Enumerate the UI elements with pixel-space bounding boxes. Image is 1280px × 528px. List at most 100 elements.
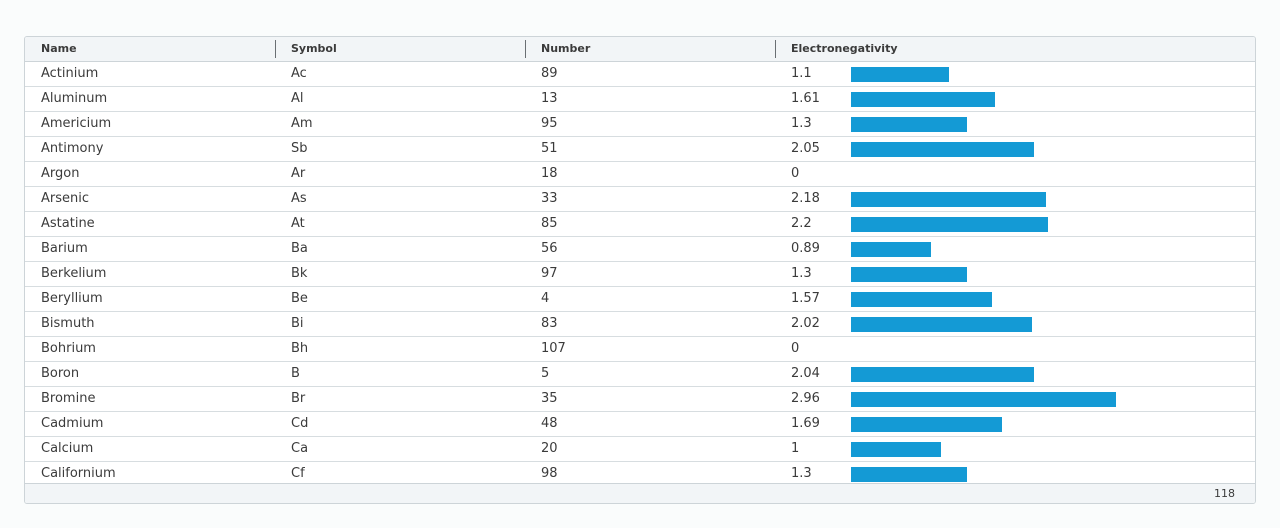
cell-symbol: Al: [291, 91, 304, 106]
electronegativity-bar: [851, 267, 967, 282]
table-row[interactable]: Bohrium Bh 107 0: [25, 337, 1255, 362]
cell-electronegativity: 1.69: [791, 416, 820, 431]
table-row[interactable]: Calcium Ca 20 1: [25, 437, 1255, 462]
cell-symbol: Ar: [291, 166, 306, 181]
cell-symbol: Bi: [291, 316, 304, 331]
cell-number: 107: [541, 341, 566, 356]
cell-electronegativity: 0: [791, 341, 800, 356]
table-row[interactable]: Californium Cf 98 1.3: [25, 462, 1255, 482]
cell-name: Argon: [41, 166, 80, 181]
cell-symbol: Sb: [291, 141, 308, 156]
electronegativity-bar: [851, 392, 1116, 407]
cell-number: 56: [541, 241, 558, 256]
electronegativity-bar: [851, 217, 1048, 232]
cell-symbol: At: [291, 216, 305, 231]
cell-name: Cadmium: [41, 416, 104, 431]
cell-number: 4: [541, 291, 550, 306]
cell-name: Boron: [41, 366, 80, 381]
cell-symbol: Ba: [291, 241, 308, 256]
table-row[interactable]: Berkelium Bk 97 1.3: [25, 262, 1255, 287]
cell-symbol: As: [291, 191, 307, 206]
table-row[interactable]: Aluminum Al 13 1.61: [25, 87, 1255, 112]
cell-number: 83: [541, 316, 558, 331]
electronegativity-bar: [851, 142, 1034, 157]
table-row[interactable]: Barium Ba 56 0.89: [25, 237, 1255, 262]
cell-number: 51: [541, 141, 558, 156]
cell-number: 18: [541, 166, 558, 181]
cell-name: Astatine: [41, 216, 95, 231]
column-header-name[interactable]: Name: [41, 37, 77, 61]
cell-name: Arsenic: [41, 191, 90, 206]
grid-header: Name Symbol Number Electronegativity: [25, 37, 1255, 62]
table-row[interactable]: Bismuth Bi 83 2.02: [25, 312, 1255, 337]
cell-electronegativity: 2.05: [791, 141, 820, 156]
cell-name: Barium: [41, 241, 88, 256]
cell-name: Berkelium: [41, 266, 107, 281]
cell-symbol: Ac: [291, 66, 307, 81]
cell-electronegativity: 0: [791, 166, 800, 181]
table-row[interactable]: Cadmium Cd 48 1.69: [25, 412, 1255, 437]
cell-name: Aluminum: [41, 91, 108, 106]
cell-symbol: Cd: [291, 416, 309, 431]
table-row[interactable]: Antimony Sb 51 2.05: [25, 137, 1255, 162]
cell-electronegativity: 2.18: [791, 191, 820, 206]
row-count-label: 118: [1214, 487, 1235, 500]
electronegativity-bar: [851, 367, 1034, 382]
table-row[interactable]: Arsenic As 33 2.18: [25, 187, 1255, 212]
cell-symbol: B: [291, 366, 300, 381]
electronegativity-bar: [851, 417, 1002, 432]
cell-number: 20: [541, 441, 558, 456]
cell-name: Actinium: [41, 66, 99, 81]
cell-symbol: Am: [291, 116, 313, 131]
cell-symbol: Ca: [291, 441, 309, 456]
cell-electronegativity: 1.1: [791, 66, 812, 81]
electronegativity-bar: [851, 67, 949, 82]
column-header-number[interactable]: Number: [541, 37, 590, 61]
cell-name: Beryllium: [41, 291, 103, 306]
table-row[interactable]: Boron B 5 2.04: [25, 362, 1255, 387]
table-row[interactable]: Beryllium Be 4 1.57: [25, 287, 1255, 312]
elements-datagrid: Name Symbol Number Electronegativity Act…: [24, 36, 1256, 504]
column-resize-handle-number[interactable]: [775, 40, 776, 58]
cell-electronegativity: 0.89: [791, 241, 820, 256]
cell-number: 48: [541, 416, 558, 431]
column-resize-handle-symbol[interactable]: [525, 40, 526, 58]
cell-symbol: Br: [291, 391, 306, 406]
table-row[interactable]: Bromine Br 35 2.96: [25, 387, 1255, 412]
electronegativity-bar: [851, 117, 967, 132]
cell-number: 95: [541, 116, 558, 131]
cell-name: Bromine: [41, 391, 96, 406]
cell-electronegativity: 1: [791, 441, 800, 456]
cell-symbol: Be: [291, 291, 308, 306]
electronegativity-bar: [851, 242, 931, 257]
grid-footer: 118: [25, 483, 1255, 503]
electronegativity-bar: [851, 442, 941, 457]
table-row[interactable]: Argon Ar 18 0: [25, 162, 1255, 187]
table-row[interactable]: Actinium Ac 89 1.1: [25, 62, 1255, 87]
cell-electronegativity: 1.57: [791, 291, 820, 306]
electronegativity-bar: [851, 292, 992, 307]
cell-number: 13: [541, 91, 558, 106]
cell-electronegativity: 2.04: [791, 366, 820, 381]
cell-electronegativity: 2.96: [791, 391, 820, 406]
cell-name: Antimony: [41, 141, 104, 156]
cell-electronegativity: 2.2: [791, 216, 812, 231]
cell-number: 35: [541, 391, 558, 406]
cell-symbol: Bh: [291, 341, 309, 356]
electronegativity-bar: [851, 317, 1032, 332]
table-row[interactable]: Americium Am 95 1.3: [25, 112, 1255, 137]
cell-electronegativity: 2.02: [791, 316, 820, 331]
cell-number: 98: [541, 466, 558, 481]
cell-electronegativity: 1.3: [791, 266, 812, 281]
cell-name: Calcium: [41, 441, 94, 456]
cell-number: 33: [541, 191, 558, 206]
cell-name: Bismuth: [41, 316, 95, 331]
table-row[interactable]: Astatine At 85 2.2: [25, 212, 1255, 237]
cell-symbol: Cf: [291, 466, 305, 481]
column-header-symbol[interactable]: Symbol: [291, 37, 337, 61]
electronegativity-bar: [851, 467, 967, 482]
grid-body: Actinium Ac 89 1.1 Aluminum Al 13 1.61 Americium…: [25, 62, 1255, 482]
cell-symbol: Bk: [291, 266, 308, 281]
column-resize-handle-name[interactable]: [275, 40, 276, 58]
column-header-electronegativity[interactable]: Electronegativity: [791, 37, 898, 61]
